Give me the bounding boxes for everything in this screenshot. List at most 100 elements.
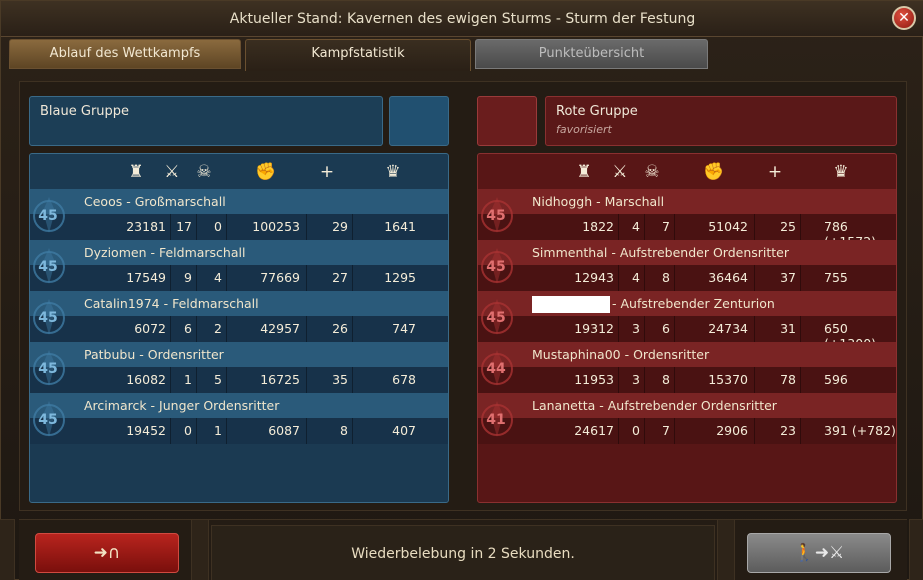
stat-2: 3: [632, 321, 640, 336]
column-divider: [674, 214, 675, 240]
stat-3: 2: [214, 321, 222, 336]
stat-3: 1: [214, 423, 222, 438]
player-row[interactable]: Mustaphina00 - Ordensritter 11953 3 8 15370 7…: [478, 342, 896, 393]
stat-4: 51042: [708, 219, 748, 234]
player-row[interactable]: Arcimarck - Junger Ordensritter 19452 0 1 60…: [30, 393, 448, 444]
tab-punkteuebersicht[interactable]: Punkteübersicht: [475, 39, 708, 69]
stat-1: 17549: [126, 270, 166, 285]
frame-ornament-right: [909, 519, 923, 580]
player-row[interactable]: Patbubu - Ordensritter 16082 1 5 16725 35 678 4…: [30, 342, 448, 393]
player-level: 41: [486, 412, 506, 428]
leave-battle-icon: 🚶➜⚔: [793, 543, 845, 563]
column-divider: [644, 367, 645, 393]
player-stats-line: 24617 0 7 2906 23 391 (+782): [478, 418, 896, 444]
column-divider: [226, 316, 227, 342]
player-name-rank: Simmenthal - Aufstrebender Ordensritter: [532, 245, 790, 260]
blue-team-emblem: [389, 96, 449, 146]
redacted-name: [532, 296, 610, 313]
stat-5: 35: [332, 372, 348, 387]
stat-6: 596: [824, 372, 848, 387]
player-name-line: - Aufstrebender Zenturion: [478, 291, 896, 316]
skull-icon: ☠: [644, 162, 660, 182]
column-divider: [754, 214, 755, 240]
frame-ornament-left: [0, 519, 15, 580]
stat-2: 1: [184, 372, 192, 387]
skull-icon: ☠: [196, 162, 212, 182]
player-name-rank: Lananetta - Aufstrebender Ordensritter: [532, 398, 777, 413]
stat-5: 37: [780, 270, 796, 285]
player-name: Mustaphina00: [532, 347, 621, 362]
frame-ornament: [717, 519, 735, 580]
stat-2: 17: [176, 219, 192, 234]
stat-4: 15370: [708, 372, 748, 387]
horde-emblem-icon: 44: [480, 346, 520, 390]
column-divider: [800, 367, 801, 393]
stat-5: 29: [332, 219, 348, 234]
player-rank: Großmarschall: [134, 194, 226, 209]
stat-1: 24617: [574, 423, 614, 438]
player-name-rank: - Aufstrebender Zenturion: [532, 296, 775, 313]
player-name: Catalin1974: [84, 296, 160, 311]
column-divider: [800, 316, 801, 342]
player-rank: Ordensritter: [633, 347, 710, 362]
leave-battle-button[interactable]: 🚶➜⚔: [747, 533, 891, 573]
crossed-swords-icon: ⚔: [612, 162, 628, 182]
player-name-line: Mustaphina00 - Ordensritter: [478, 342, 896, 367]
column-divider: [754, 265, 755, 291]
column-divider: [644, 418, 645, 444]
stat-1: 11953: [574, 372, 614, 387]
column-divider: [196, 418, 197, 444]
player-name-line: Patbubu - Ordensritter: [30, 342, 448, 367]
tab-kampfstatistik[interactable]: Kampfstatistik: [245, 39, 471, 71]
player-row[interactable]: Catalin1974 - Feldmarschall 6072 6 2 42957 26…: [30, 291, 448, 342]
player-name: Lananetta: [532, 398, 596, 413]
column-divider: [306, 214, 307, 240]
stat-3: 6: [662, 321, 670, 336]
player-level: 45: [38, 310, 58, 326]
player-row[interactable]: Nidhoggh - Marschall1822475104225786 (+1…: [478, 189, 896, 249]
player-stats-line: 1822475104225786 (+1572): [478, 214, 896, 249]
revive-status-text: Wiederbelebung in 2 Sekunden.: [351, 546, 575, 562]
stat-6: 1295: [384, 270, 416, 285]
stat-6: 1641: [384, 219, 416, 234]
player-name-rank: Dyziomen - Feldmarschall: [84, 245, 246, 260]
player-row[interactable]: - Aufstrebender Zenturion 19312 3 6 24734 31 6…: [478, 291, 896, 351]
column-divider: [644, 265, 645, 291]
horde-emblem-icon: 45: [480, 295, 520, 339]
column-divider: [800, 214, 801, 240]
column-divider: [618, 367, 619, 393]
player-name-line: Dyziomen - Feldmarschall: [30, 240, 448, 265]
player-name-line: Nidhoggh - Marschall: [478, 189, 896, 214]
stat-5: 26: [332, 321, 348, 336]
player-level: 45: [486, 259, 506, 275]
revive-status: Wiederbelebung in 2 Sekunden.: [211, 525, 715, 580]
player-name-rank: Patbubu - Ordensritter: [84, 347, 224, 362]
player-name-rank: Arcimarck - Junger Ordensritter: [84, 398, 280, 413]
revive-button[interactable]: ➜∩: [35, 533, 179, 573]
tab-ablauf[interactable]: Ablauf des Wettkampfs: [9, 39, 241, 69]
stat-4: 6087: [268, 423, 300, 438]
player-row[interactable]: Dyziomen - Feldmarschall 17549 9 4 77669 27 12…: [30, 240, 448, 291]
player-row[interactable]: Lananetta - Aufstrebender Ordensritter 24…: [478, 393, 896, 444]
player-name-line: Simmenthal - Aufstrebender Ordensritter: [478, 240, 896, 265]
title-bar: Aktueller Stand: Kavernen des ewigen Stu…: [1, 1, 923, 37]
player-rank: Marschall: [604, 194, 665, 209]
column-divider: [196, 214, 197, 240]
column-divider: [618, 418, 619, 444]
fist-icon: ✊: [255, 162, 277, 182]
player-stats-line: 12943 4 8 36464 37 755: [478, 265, 896, 291]
column-divider: [170, 265, 171, 291]
stat-2: 0: [184, 423, 192, 438]
stat-3: 4: [214, 270, 222, 285]
stat-4: 42957: [260, 321, 300, 336]
player-row[interactable]: Simmenthal - Aufstrebender Ordensritter 1…: [478, 240, 896, 291]
stat-4: 77669: [260, 270, 300, 285]
player-row[interactable]: Ceoos - Großmarschall 23181 17 0 100253 29 164…: [30, 189, 448, 240]
column-divider: [754, 316, 755, 342]
close-icon[interactable]: ✕: [892, 6, 916, 30]
player-level: 45: [38, 361, 58, 377]
red-team-name: Rote Gruppe: [556, 104, 638, 119]
plus-icon: +: [319, 162, 335, 182]
column-divider: [644, 316, 645, 342]
stat-5: 8: [340, 423, 348, 438]
